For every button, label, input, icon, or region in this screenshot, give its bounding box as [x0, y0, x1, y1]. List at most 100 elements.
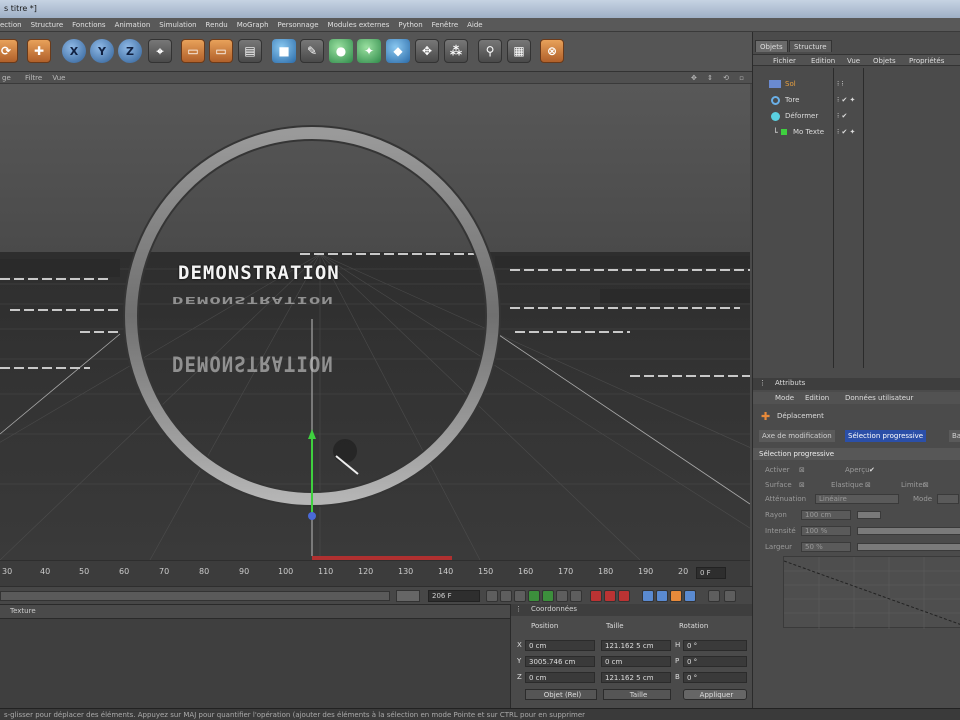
timeline-options-icon[interactable] [708, 590, 720, 602]
position-y-field[interactable]: 3005.746 cm [525, 656, 595, 667]
limiter-checkbox[interactable]: ⊠ [923, 481, 929, 489]
deformer-icon[interactable]: ◆ [386, 39, 410, 63]
objects-menu-properties[interactable]: Propriétés [909, 57, 944, 65]
camera-icon[interactable]: ⚲ [478, 39, 502, 63]
next-frame-icon[interactable] [556, 590, 568, 602]
menu-item[interactable]: Fonctions [72, 18, 114, 31]
tab-soft-selection[interactable]: Sélection progressive [845, 430, 927, 442]
environment-icon[interactable]: ⁂ [444, 39, 468, 63]
tab-objects[interactable]: Objets [755, 40, 788, 52]
viewport-nav-icons[interactable]: ✥ ⇕ ⟲ ▫ [691, 72, 748, 84]
prev-frame-icon[interactable] [514, 590, 526, 602]
range-end-handle[interactable] [396, 590, 420, 602]
objects-menu-objects[interactable]: Objets [873, 57, 896, 65]
attributes-menu-userdata[interactable]: Données utilisateur [845, 394, 913, 402]
coordinate-mode-select[interactable]: Objet (Rel) [525, 689, 597, 700]
menu-item[interactable]: Animation [115, 18, 160, 31]
object-row-tore[interactable]: Tore ⁝ ✔ ✦ [765, 94, 955, 106]
spline-pen-icon[interactable]: ✎ [300, 39, 324, 63]
attributes-menu-mode[interactable]: Mode [775, 394, 794, 402]
rotation-b-field[interactable]: 0 ° [683, 672, 747, 683]
menu-item[interactable]: Fenêtre [432, 18, 467, 31]
intensite-slider[interactable] [857, 527, 960, 535]
object-name[interactable]: Mo Texte [793, 128, 824, 136]
mode-select[interactable] [937, 494, 959, 504]
play-forward-icon[interactable] [542, 590, 554, 602]
objects-menu-view[interactable]: Vue [847, 57, 860, 65]
object-row-motext[interactable]: └ Mo Texte ⁝ ✔ ✦ [765, 126, 955, 138]
nurbs-icon[interactable]: ● [329, 39, 353, 63]
viewport-menu-item[interactable]: ge [2, 74, 11, 82]
elastique-checkbox[interactable]: ⊠ [865, 481, 871, 489]
timeline-menu-icon[interactable] [724, 590, 736, 602]
3d-viewport[interactable]: DEMONSTRATION DEMONSTRATION DEMONSTRATIO… [0, 84, 750, 560]
menu-item[interactable]: Python [398, 18, 431, 31]
menu-item[interactable]: Structure [31, 18, 73, 31]
prev-key-icon[interactable] [500, 590, 512, 602]
menu-item[interactable]: Rendu [206, 18, 237, 31]
go-end-icon[interactable] [570, 590, 582, 602]
visibility-check-icon[interactable]: ⁝ ✔ [837, 112, 847, 120]
move-tool-icon[interactable]: ✚ [27, 39, 51, 63]
material-menu-texture[interactable]: Texture [10, 607, 36, 615]
menu-item[interactable]: Personnage [278, 18, 328, 31]
end-frame-field[interactable]: 206 F [428, 590, 480, 602]
tab-modifier-axis[interactable]: Axe de modification [759, 430, 835, 442]
light-icon[interactable]: ▦ [507, 39, 531, 63]
position-z-field[interactable]: 0 cm [525, 672, 595, 683]
apply-button[interactable]: Appliquer [683, 689, 747, 700]
attenuation-select[interactable]: Linéaire [815, 494, 899, 504]
intensite-field[interactable]: 100 % [801, 526, 851, 536]
viewport-menu-item[interactable]: Filtre [25, 74, 42, 82]
object-name[interactable]: Sol [785, 80, 796, 88]
axis-y-button[interactable]: Y [90, 39, 114, 63]
visibility-dots-icon[interactable]: ⁝ ⁝ [837, 80, 844, 88]
object-name[interactable]: Tore [785, 96, 799, 104]
tab-structure[interactable]: Structure [789, 40, 832, 52]
viewport-menu-item[interactable]: Vue [52, 74, 65, 82]
menu-item[interactable]: Simulation [159, 18, 205, 31]
object-row-deformer[interactable]: Déformer ⁝ ✔ [765, 110, 955, 122]
autokey-icon[interactable] [604, 590, 616, 602]
activer-checkbox[interactable]: ⊠ [799, 466, 805, 474]
coordinate-system-icon[interactable]: ⌖ [148, 39, 172, 63]
key-position-icon[interactable] [642, 590, 654, 602]
largeur-slider[interactable] [857, 543, 960, 551]
go-start-icon[interactable] [486, 590, 498, 602]
timeline-ruler[interactable]: 30 40 50 60 70 80 90 100 110 120 130 140… [0, 560, 750, 586]
object-row-sol[interactable]: Sol ⁝ ⁝ [765, 78, 955, 90]
scene-object-icon[interactable]: ✥ [415, 39, 439, 63]
render-view-icon[interactable]: ▭ [181, 39, 205, 63]
objects-menu-edit[interactable]: Edition [811, 57, 835, 65]
surface-checkbox[interactable]: ⊠ [799, 481, 805, 489]
key-scale-icon[interactable] [656, 590, 668, 602]
falloff-curve-graph[interactable] [783, 556, 960, 629]
record-icon[interactable] [590, 590, 602, 602]
key-parameter-icon[interactable] [684, 590, 696, 602]
position-x-field[interactable]: 0 cm [525, 640, 595, 651]
rotation-h-field[interactable]: 0 ° [683, 640, 747, 651]
attributes-menu-edit[interactable]: Edition [805, 394, 829, 402]
tab-ba[interactable]: Ba [949, 430, 960, 442]
largeur-field[interactable]: 50 % [801, 542, 851, 552]
rotate-tool-icon[interactable]: ⟳ [0, 39, 18, 63]
visibility-check-icon[interactable]: ⁝ ✔ ✦ [837, 96, 855, 104]
current-frame-field[interactable]: 0 F [696, 567, 726, 579]
array-icon[interactable]: ✦ [357, 39, 381, 63]
apercu-checkbox[interactable]: ✔ [869, 466, 875, 474]
render-picture-icon[interactable]: ▭ [209, 39, 233, 63]
axis-x-button[interactable]: X [62, 39, 86, 63]
menu-item[interactable]: Modules externes [328, 18, 399, 31]
size-y-field[interactable]: 0 cm [601, 656, 671, 667]
objects-menu-file[interactable]: Fichier [773, 57, 796, 65]
play-icon[interactable] [528, 590, 540, 602]
frame-range-slider[interactable] [0, 591, 390, 601]
axis-z-button[interactable]: Z [118, 39, 142, 63]
size-x-field[interactable]: 121.162 5 cm [601, 640, 671, 651]
object-name[interactable]: Déformer [785, 112, 818, 120]
menu-item[interactable]: Aide [467, 18, 491, 31]
key-rotation-icon[interactable] [670, 590, 682, 602]
menu-item[interactable]: MoGraph [237, 18, 278, 31]
rayon-field[interactable]: 100 cm [801, 510, 851, 520]
rayon-slider[interactable] [857, 511, 881, 519]
